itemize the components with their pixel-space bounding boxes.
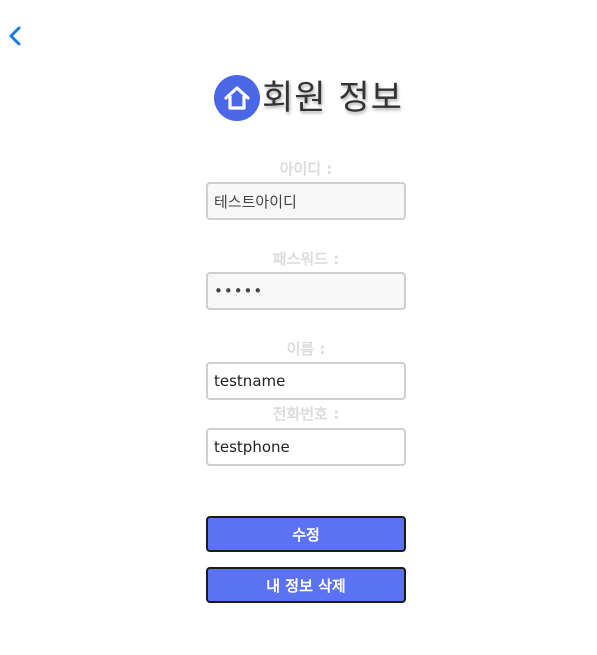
phone-label: 전화번호 : [272,405,340,423]
page-header: 회원 정보 [214,74,403,122]
name-field[interactable] [206,362,406,400]
edit-button[interactable]: 수정 [206,516,406,552]
name-label: 이름 : [286,340,326,358]
password-label: 패스워드 : [272,250,340,268]
id-field[interactable] [206,182,406,220]
chevron-left-icon [9,26,21,46]
delete-account-button[interactable]: 내 정보 삭제 [206,567,406,603]
password-field[interactable] [206,272,406,310]
id-label: 아이디 : [279,160,333,178]
home-icon [214,75,260,121]
back-button[interactable] [5,24,25,48]
page-title: 회원 정보 [262,78,403,118]
phone-field[interactable] [206,428,406,466]
